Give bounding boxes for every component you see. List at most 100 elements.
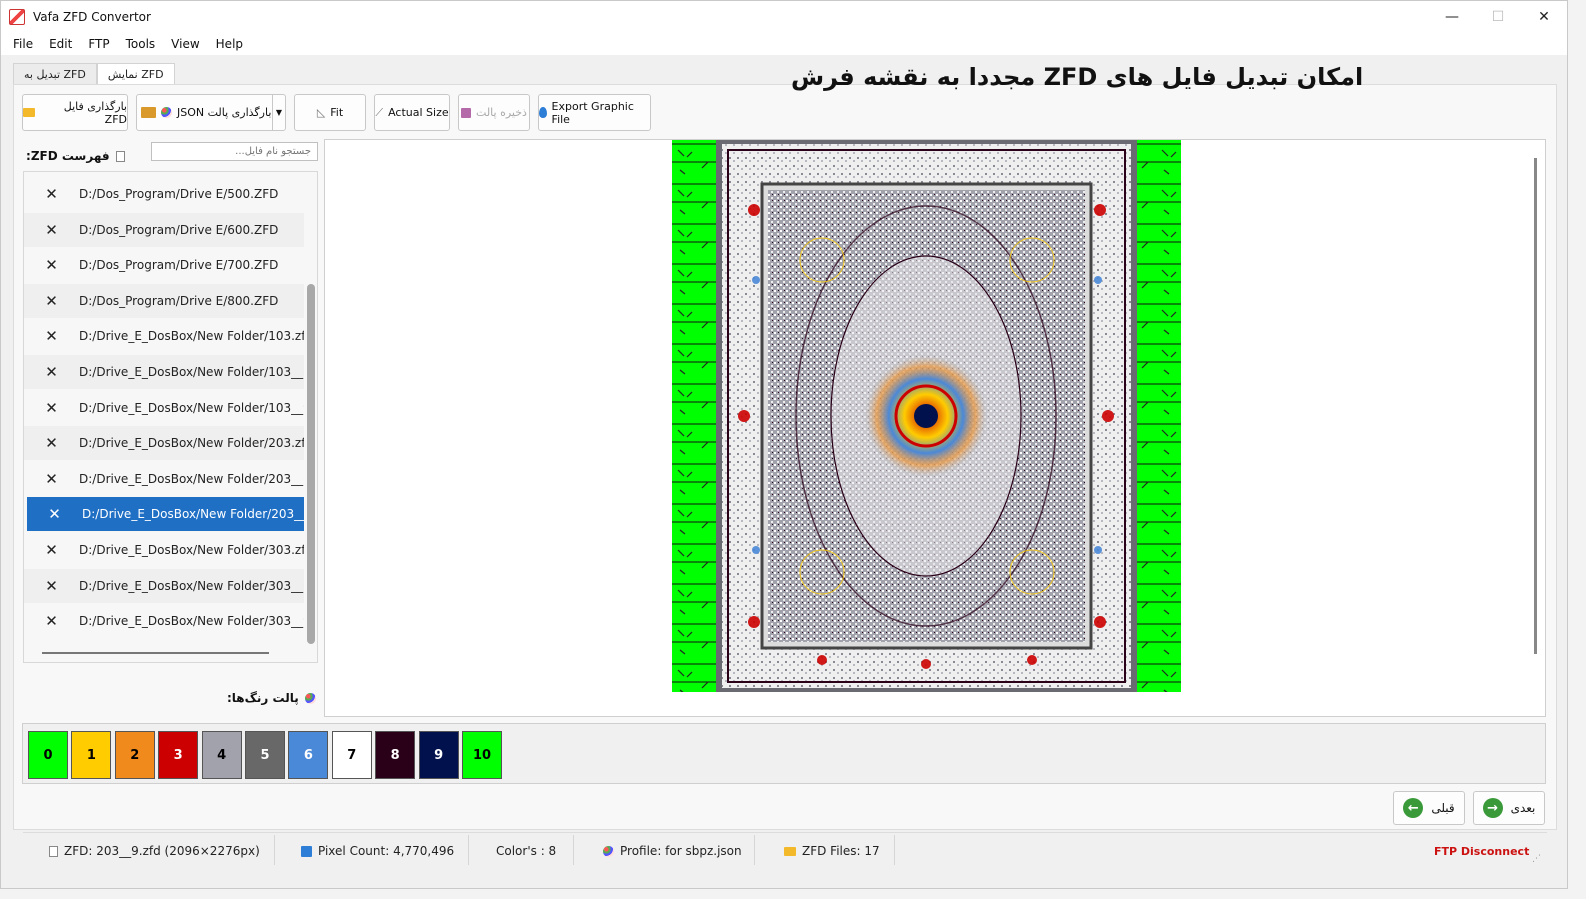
image-viewer[interactable] xyxy=(324,139,1546,717)
remove-icon[interactable]: ✕ xyxy=(24,221,79,239)
palette-swatch[interactable]: 7 xyxy=(331,731,372,779)
tab-convert-to-zfd[interactable]: تبدیل به ZFD xyxy=(13,63,97,85)
file-list-item[interactable]: ✕ D:/Drive_E_DosBox/New Folder/203__6.z xyxy=(24,462,304,496)
minimize-button[interactable]: — xyxy=(1429,1,1475,33)
remove-icon[interactable]: ✕ xyxy=(24,256,79,274)
file-list-item[interactable]: ✕ D:/Drive_E_DosBox/New Folder/203.zfd xyxy=(24,426,304,461)
file-path-label: D:/Drive_E_DosBox/New Folder/103.zfd xyxy=(79,329,304,344)
remove-icon[interactable]: ✕ xyxy=(27,505,82,523)
remove-icon[interactable]: ✕ xyxy=(24,541,79,559)
export-graphic-label: Export Graphic File xyxy=(551,99,634,126)
file-list-item[interactable]: ✕ D:/Drive_E_DosBox/New Folder/103__6.z xyxy=(24,355,304,389)
load-palette-button[interactable]: بارگذاری پالت JSON ▼ xyxy=(136,94,286,131)
export-drop-icon xyxy=(539,107,547,118)
palette-swatch[interactable]: 2 xyxy=(114,731,155,779)
file-list-item[interactable]: ✕ D:/Drive_E_DosBox/New Folder/303__9.z xyxy=(24,604,304,638)
remove-icon[interactable]: ✕ xyxy=(24,612,79,630)
pixel-icon xyxy=(301,845,312,857)
file-list: ✕ D:/Drive_E_DosBox/New Folder/303__9.z ✕ D… xyxy=(23,171,318,663)
menu-help[interactable]: Help xyxy=(208,37,251,51)
file-path-label: D:/Drive_E_DosBox/New Folder/303__9.z xyxy=(79,614,304,629)
arrow-left-icon: ← xyxy=(1403,798,1424,818)
menu-view[interactable]: View xyxy=(163,37,207,51)
file-list-item[interactable]: ✕ D:/Drive_E_DosBox/New Folder/203__9.z xyxy=(27,497,304,532)
remove-icon[interactable]: ✕ xyxy=(24,185,79,203)
actual-size-label: Actual Size xyxy=(388,106,449,119)
window-controls: — ☐ ✕ xyxy=(1429,1,1567,33)
remove-icon[interactable]: ✕ xyxy=(24,434,79,452)
ruler-icon: ⟋ xyxy=(375,105,384,119)
file-list-label: فهرست ZFD: xyxy=(26,149,110,163)
menu-file[interactable]: File xyxy=(5,37,41,51)
file-path-label: D:/Drive_E_DosBox/New Folder/303__6.z xyxy=(79,578,304,593)
fit-button[interactable]: ◺ Fit xyxy=(294,94,366,131)
arrow-right-icon: → xyxy=(1482,798,1503,818)
menu-edit[interactable]: Edit xyxy=(41,37,80,51)
palette-swatch[interactable]: 1 xyxy=(71,731,112,779)
remove-icon[interactable]: ✕ xyxy=(24,577,79,595)
status-profile: Profile: for sbpz.json xyxy=(603,833,742,869)
fit-icon: ◺ xyxy=(316,106,326,119)
status-pixel-text: Pixel Count: 4,770,496 xyxy=(318,844,455,858)
file-path-label: D:/Dos_Program/Drive E/800.ZFD xyxy=(79,293,279,308)
file-list-scrollbar[interactable] xyxy=(307,284,315,644)
remove-icon[interactable]: ✕ xyxy=(24,327,79,345)
next-button[interactable]: → بعدی xyxy=(1473,791,1545,825)
file-list-item[interactable]: ✕ D:/Dos_Program/Drive E/600.ZFD xyxy=(24,212,304,247)
save-palette-button[interactable]: ذخیره پالت xyxy=(458,94,530,131)
file-list-item[interactable]: ✕ D:/Dos_Program/Drive E/800.ZFD xyxy=(24,283,304,318)
tab-view-zfd[interactable]: نمایش ZFD xyxy=(96,63,175,85)
palette-swatch[interactable]: 5 xyxy=(245,731,285,779)
document-icon xyxy=(115,150,125,162)
file-path-label: D:/Drive_E_DosBox/New Folder/303.zfd xyxy=(79,543,304,557)
status-zfd-files-text: ZFD Files: 17 xyxy=(802,844,880,858)
file-list-heading: فهرست ZFD: xyxy=(26,149,125,163)
next-label: بعدی xyxy=(1510,801,1536,815)
status-zfd-files: ZFD Files: 17 xyxy=(784,833,880,869)
resize-grip-icon[interactable]: ⋰ xyxy=(1532,854,1541,864)
status-divider xyxy=(754,835,755,865)
chevron-down-icon[interactable]: ▼ xyxy=(272,95,285,130)
palette-icon xyxy=(304,692,316,704)
fit-label: Fit xyxy=(330,106,344,119)
file-list-item[interactable]: ✕ D:/Drive_E_DosBox/New Folder/303.zfd xyxy=(24,533,304,567)
save-palette-label: ذخیره پالت xyxy=(476,106,527,119)
file-list-item[interactable]: ✕ D:/Drive_E_DosBox/New Folder/103.zfd xyxy=(24,319,304,353)
actual-size-button[interactable]: ⟋ Actual Size xyxy=(374,94,450,131)
maximize-button[interactable]: ☐ xyxy=(1475,1,1521,33)
palette-swatch[interactable]: 3 xyxy=(158,731,199,779)
remove-icon[interactable]: ✕ xyxy=(24,470,79,488)
file-list-hscrollbar[interactable] xyxy=(42,652,269,654)
status-bar: ZFD: 203__9.zfd (2096×2276px) Pixel Coun… xyxy=(23,832,1547,868)
file-list-item[interactable]: ✕ D:/Drive_E_DosBox/New Folder/303__6.z xyxy=(24,568,304,603)
remove-icon[interactable]: ✕ xyxy=(24,363,79,381)
palette-swatch[interactable]: 10 xyxy=(462,731,502,779)
menu-ftp[interactable]: FTP xyxy=(80,37,117,51)
file-path-label: D:/Drive_E_DosBox/New Folder/103__9.z xyxy=(79,400,304,415)
file-list-item[interactable]: ✕ D:/Dos_Program/Drive E/500.ZFD xyxy=(24,177,304,211)
palette-swatch[interactable]: 0 xyxy=(28,731,68,779)
ftp-status[interactable]: FTP Disconnect xyxy=(1434,833,1529,869)
load-zfd-button[interactable]: بارگذاری فایل ZFD xyxy=(22,94,128,131)
carpet-image xyxy=(672,140,1181,692)
remove-icon[interactable]: ✕ xyxy=(24,292,79,310)
close-button[interactable]: ✕ xyxy=(1521,1,1567,33)
palette-swatch[interactable]: 9 xyxy=(418,731,459,779)
remove-icon[interactable]: ✕ xyxy=(24,399,79,417)
file-list-item[interactable]: ✕ D:/Drive_E_DosBox/New Folder/103__9.z xyxy=(24,391,304,425)
load-zfd-label: بارگذاری فایل ZFD xyxy=(63,99,127,126)
palette-swatch[interactable]: 8 xyxy=(375,731,416,779)
menu-bar: File Edit FTP Tools View Help xyxy=(1,33,1567,55)
file-list-item[interactable]: ✕ D:/Dos_Program/Drive E/700.ZFD xyxy=(24,248,304,282)
prev-button[interactable]: ← قبلی xyxy=(1393,791,1465,825)
export-graphic-button[interactable]: Export Graphic File xyxy=(538,94,651,131)
document-icon xyxy=(49,845,58,857)
prev-label: قبلی xyxy=(1431,801,1455,815)
palette-swatch[interactable]: 4 xyxy=(201,731,242,779)
viewer-scrollbar[interactable] xyxy=(1534,158,1537,654)
file-path-label: D:/Drive_E_DosBox/New Folder/203__6.z xyxy=(79,471,304,486)
file-search-input[interactable] xyxy=(151,142,318,161)
palette-swatch[interactable]: 6 xyxy=(288,731,329,779)
menu-tools[interactable]: Tools xyxy=(118,37,164,51)
file-path-label: D:/Dos_Program/Drive E/500.ZFD xyxy=(79,187,279,201)
